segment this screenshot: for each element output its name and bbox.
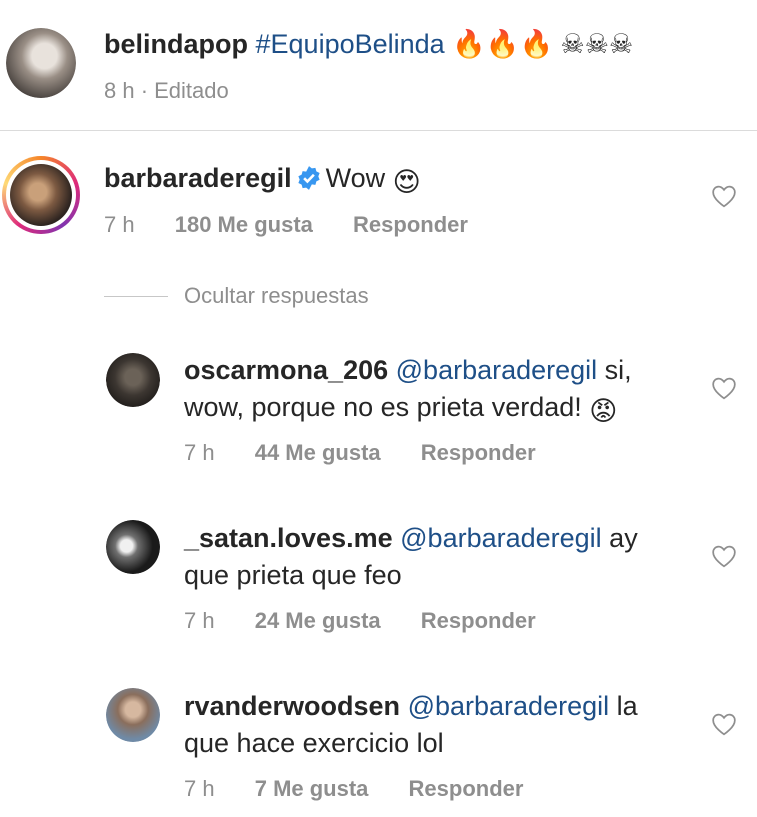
verified-badge-icon <box>297 166 320 190</box>
reply-2-likes[interactable]: 24 Me gusta <box>255 608 381 633</box>
caption-emojis: 🔥🔥🔥 ☠☠☠ <box>452 29 634 59</box>
reply-3-likes[interactable]: 7 Me gusta <box>255 776 369 801</box>
reply-3-body-1: la <box>609 691 638 721</box>
reply-3-time: 7 h <box>184 776 215 801</box>
caption-text: belindapop #EquipoBelinda 🔥🔥🔥 ☠☠☠ <box>104 26 633 62</box>
reply-1-likes[interactable]: 44 Me gusta <box>255 440 381 465</box>
reply-1-meta: 7 h 44 Me gusta Responder <box>184 440 536 466</box>
reply-1-username[interactable]: oscarmona_206 <box>184 355 388 385</box>
reply-3-meta: 7 h 7 Me gusta Responder <box>184 776 523 802</box>
comment-meta: 7 h 180 Me gusta Responder <box>104 212 468 238</box>
reply-1-time: 7 h <box>184 440 215 465</box>
avatar-barbaraderegil[interactable] <box>2 156 80 234</box>
hide-replies-line <box>104 296 168 297</box>
heart-icon[interactable] <box>711 376 737 400</box>
comment-text: barbaraderegil Wow 😍 <box>104 160 421 200</box>
caption-hashtag[interactable]: #EquipoBelinda <box>256 29 445 59</box>
reply-2-text: _satan.loves.me @barbaraderegil ay <box>184 520 638 556</box>
reply-3-mention[interactable]: @barbaraderegil <box>408 691 610 721</box>
divider <box>0 130 757 131</box>
reply-3-text-line2: que hace exercicio lol <box>184 725 444 761</box>
reply-3-text: rvanderwoodsen @barbaraderegil la <box>184 688 638 724</box>
avatar-belindapop[interactable] <box>6 28 76 98</box>
angry-emoji: 😡 <box>589 396 618 426</box>
comment-reply-button[interactable]: Responder <box>353 212 468 237</box>
reply-1-body-1: si, <box>597 355 632 385</box>
heart-icon[interactable] <box>711 184 737 208</box>
reply-2-text-line2: que prieta que feo <box>184 557 402 593</box>
heart-icon[interactable] <box>711 712 737 736</box>
heart-eyes-emoji: 😍 <box>392 167 421 197</box>
avatar-oscarmona[interactable] <box>106 353 160 407</box>
reply-3-body-2: que hace exercicio lol <box>184 728 444 758</box>
avatar-satan-loves-me[interactable] <box>106 520 160 574</box>
reply-1-text-line2: wow, porque no es prieta verdad! 😡 <box>184 389 617 429</box>
reply-2-meta: 7 h 24 Me gusta Responder <box>184 608 536 634</box>
reply-1-text: oscarmona_206 @barbaraderegil si, <box>184 352 632 388</box>
reply-3-username[interactable]: rvanderwoodsen <box>184 691 400 721</box>
hide-replies-button[interactable]: Ocultar respuestas <box>184 283 369 309</box>
comment-likes[interactable]: 180 Me gusta <box>175 212 313 237</box>
comment-time: 7 h <box>104 212 135 237</box>
reply-1-mention[interactable]: @barbaraderegil <box>396 355 598 385</box>
reply-2-reply-button[interactable]: Responder <box>421 608 536 633</box>
reply-3-reply-button[interactable]: Responder <box>409 776 524 801</box>
reply-1-body-2: wow, porque no es prieta verdad! <box>184 392 582 422</box>
caption-username[interactable]: belindapop <box>104 29 248 59</box>
caption-timestamp: 8 h · Editado <box>104 78 229 103</box>
comment-username[interactable]: barbaraderegil <box>104 163 292 193</box>
heart-icon[interactable] <box>711 544 737 568</box>
reply-2-mention[interactable]: @barbaraderegil <box>400 523 602 553</box>
reply-2-body-1: ay <box>601 523 638 553</box>
reply-2-username[interactable]: _satan.loves.me <box>184 523 393 553</box>
reply-1-reply-button[interactable]: Responder <box>421 440 536 465</box>
reply-2-body-2: que prieta que feo <box>184 560 402 590</box>
comment-body: Wow <box>325 163 386 193</box>
avatar-rvanderwoodsen[interactable] <box>106 688 160 742</box>
reply-2-time: 7 h <box>184 608 215 633</box>
